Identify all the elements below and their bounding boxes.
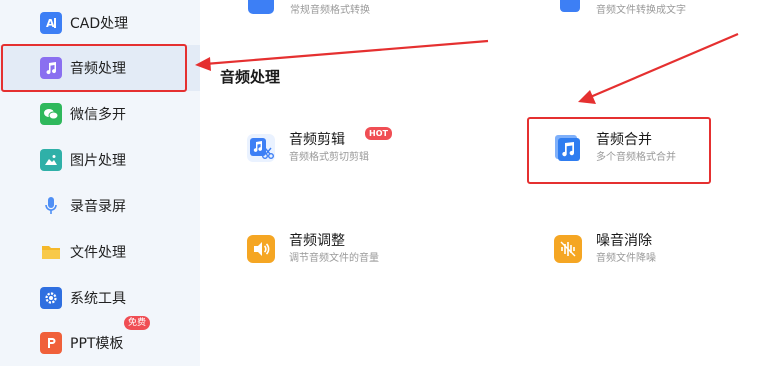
- sidebar-item-label: 图片处理: [70, 153, 126, 169]
- sidebar-item-label: 微信多开: [70, 107, 126, 123]
- folder-icon: [40, 241, 62, 263]
- sidebar-item-label: PPT模板: [70, 336, 124, 352]
- audio-cut-icon: [247, 134, 275, 162]
- sidebar-item-label: 音频处理: [70, 61, 126, 77]
- sidebar-item-system[interactable]: 系统工具: [0, 275, 200, 321]
- cad-icon: A: [40, 12, 62, 34]
- sidebar-item-audio[interactable]: 音频处理: [0, 45, 200, 91]
- card-noise-reduce[interactable]: 噪音消除 音频文件降噪: [554, 231, 754, 275]
- ppt-icon: [40, 332, 62, 354]
- card-title: 噪音消除: [596, 233, 652, 249]
- card-text: 噪音消除 音频文件降噪: [596, 231, 656, 267]
- sidebar: A CAD处理 音频处理 微信多开 图片处理 录音录屏 文件处理 系统工具 PP…: [0, 0, 200, 366]
- card-text: 音频合并 多个音频格式合并: [596, 130, 676, 166]
- sidebar-item-file[interactable]: 文件处理: [0, 229, 200, 275]
- volume-icon: [247, 235, 275, 263]
- card-text: 音频调整 调节音频文件的音量: [289, 231, 379, 267]
- sidebar-item-image[interactable]: 图片处理: [0, 137, 200, 183]
- noise-reduce-icon: [554, 235, 582, 263]
- sidebar-item-label: 文件处理: [70, 245, 126, 261]
- card-title: 音频合并: [596, 132, 652, 148]
- sidebar-item-label: CAD处理: [70, 16, 129, 32]
- image-icon: [40, 149, 62, 171]
- card-title: 音频调整: [289, 233, 345, 249]
- svg-text:A: A: [46, 17, 55, 30]
- sidebar-item-wechat[interactable]: 微信多开: [0, 91, 200, 137]
- partial-card-sub: 音频文件转换成文字: [596, 5, 686, 16]
- card-text: 音频剪辑 音频格式剪切剪辑: [289, 130, 369, 166]
- section-title: 音频处理: [220, 68, 281, 86]
- card-audio-cut[interactable]: 音频剪辑 音频格式剪切剪辑 HOT: [247, 127, 447, 174]
- gear-icon: [40, 287, 62, 309]
- partial-card-sub: 常规音频格式转换: [290, 5, 370, 16]
- card-subtitle: 调节音频文件的音量: [289, 253, 379, 264]
- sidebar-item-record[interactable]: 录音录屏: [0, 183, 200, 229]
- sidebar-item-cad[interactable]: A CAD处理: [0, 0, 200, 46]
- card-audio-merge[interactable]: 音频合并 多个音频格式合并: [554, 130, 754, 174]
- card-audio-adjust[interactable]: 音频调整 调节音频文件的音量: [247, 231, 447, 275]
- audio-merge-icon: [554, 134, 582, 162]
- sidebar-item-ppt[interactable]: PPT模板 免费: [0, 316, 200, 366]
- music-note-icon: [40, 57, 62, 79]
- audio-convert-icon[interactable]: [248, 0, 274, 14]
- microphone-icon: [40, 195, 62, 217]
- hot-badge: HOT: [365, 127, 392, 140]
- card-subtitle: 音频格式剪切剪辑: [289, 152, 369, 163]
- card-title: 音频剪辑: [289, 132, 345, 148]
- sidebar-item-label: 系统工具: [70, 291, 126, 307]
- card-subtitle: 多个音频格式合并: [596, 152, 676, 163]
- free-badge: 免费: [124, 316, 151, 330]
- main-panel: 常规音频格式转换 音频文件转换成文字 音频处理 音频剪辑 音频格式剪切剪辑 HO…: [200, 0, 764, 366]
- sidebar-item-label: 录音录屏: [70, 199, 126, 215]
- card-subtitle: 音频文件降噪: [596, 253, 656, 264]
- audio-to-text-icon[interactable]: [560, 0, 580, 12]
- wechat-icon: [40, 103, 62, 125]
